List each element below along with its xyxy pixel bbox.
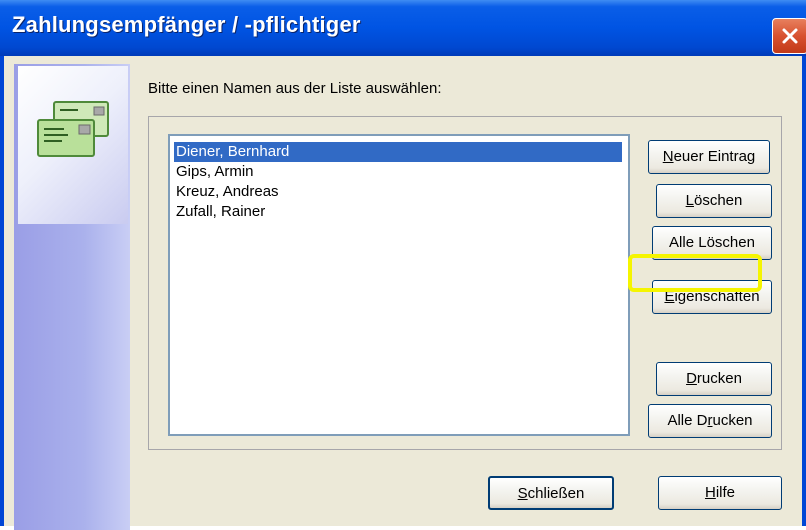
- button-label: rucken: [696, 370, 742, 387]
- window-border-right: [802, 56, 806, 526]
- button-label: euer Eintrag: [673, 148, 756, 165]
- print-all-button[interactable]: Alle Drucken: [648, 404, 772, 438]
- title-bar[interactable]: Zahlungsempfänger / -pflichtiger: [0, 0, 806, 56]
- list-item[interactable]: Kreuz, Andreas: [174, 182, 622, 202]
- name-listbox[interactable]: Diener, Bernhard Gips, Armin Kreuz, Andr…: [168, 134, 630, 436]
- list-item[interactable]: Gips, Armin: [174, 162, 622, 182]
- mnemonic-char: D: [686, 370, 697, 387]
- list-item[interactable]: Diener, Bernhard: [174, 142, 622, 162]
- mnemonic-char: S: [517, 485, 528, 502]
- envelope-stack-icon: [37, 101, 109, 157]
- new-entry-button[interactable]: Neuer Eintrag: [648, 140, 770, 174]
- button-label: ucken: [712, 412, 753, 429]
- delete-all-button[interactable]: Alle Löschen: [652, 226, 772, 260]
- help-button[interactable]: Hilfe: [658, 476, 782, 510]
- mnemonic-char: E: [664, 288, 675, 305]
- mnemonic-char: L: [685, 192, 694, 209]
- delete-button[interactable]: Löschen: [656, 184, 772, 218]
- button-label: Alle D: [667, 412, 708, 429]
- close-dialog-button[interactable]: Schließen: [488, 476, 614, 510]
- list-item[interactable]: Zufall, Rainer: [174, 202, 622, 222]
- button-label: Alle Löschen: [669, 234, 755, 251]
- print-button[interactable]: Drucken: [656, 362, 772, 396]
- close-icon: [782, 28, 798, 44]
- window-title: Zahlungsempfänger / -pflichtiger: [12, 12, 361, 37]
- properties-button[interactable]: Eigenschaften: [652, 280, 772, 314]
- button-label: chließen: [527, 485, 585, 502]
- close-button[interactable]: [772, 18, 806, 54]
- button-label: öschen: [693, 192, 743, 209]
- button-label: ilfe: [715, 484, 736, 501]
- mnemonic-char: N: [662, 148, 674, 165]
- button-label: igenschaften: [674, 288, 760, 305]
- mnemonic-char: H: [704, 484, 716, 501]
- prompt-label: Bitte einen Namen aus der Liste auswähle…: [148, 80, 442, 97]
